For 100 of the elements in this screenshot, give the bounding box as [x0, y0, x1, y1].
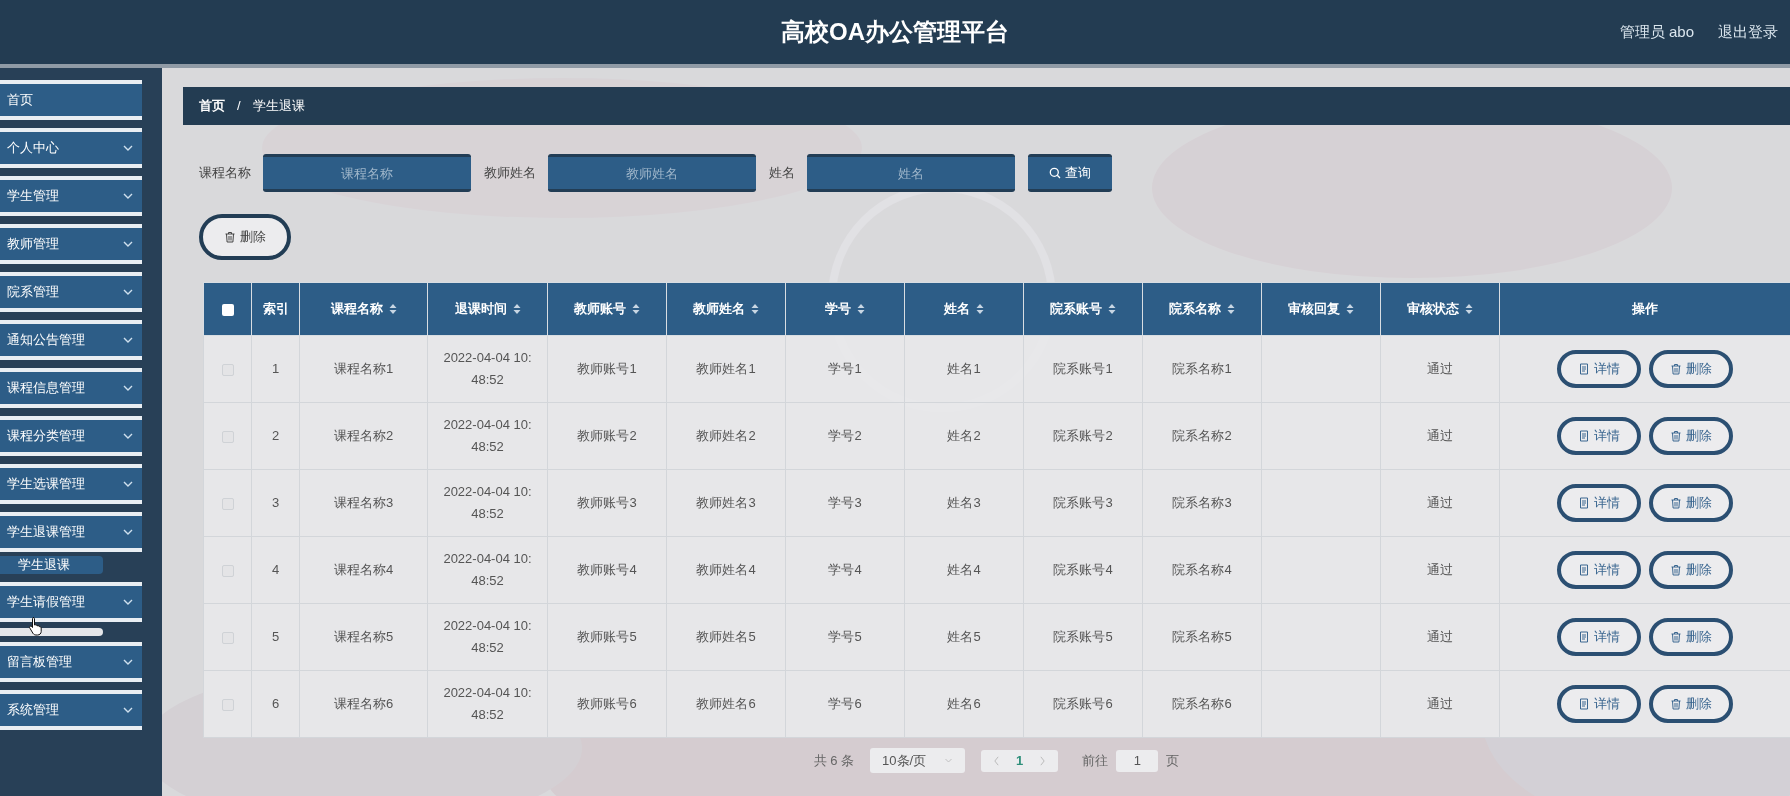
- sidebar-item[interactable]: 学生请假管理: [0, 582, 142, 622]
- table-cell: 姓名4: [947, 562, 981, 577]
- row-checkbox[interactable]: [221, 430, 234, 443]
- details-button[interactable]: 详情: [1557, 685, 1641, 723]
- logout-link[interactable]: 退出登录: [1718, 20, 1778, 44]
- delete-row-button[interactable]: 删除: [1649, 484, 1733, 522]
- table-cell: 学号5: [828, 629, 862, 644]
- table-cell: 院系账号6: [1053, 696, 1113, 711]
- sidebar-item[interactable]: 学生选课管理: [0, 464, 142, 504]
- trash-icon: [1670, 564, 1682, 576]
- table-cell-text: 2022-04-04 10:48:52: [442, 617, 533, 657]
- details-button[interactable]: 详情: [1557, 350, 1641, 388]
- table-cell-text: 2022-04-04 10:48:52: [442, 684, 533, 724]
- column-header[interactable]: 审核状态: [1407, 299, 1459, 319]
- table-cell: 院系账号5: [1053, 629, 1113, 644]
- breadcrumb-item[interactable]: 首页: [199, 96, 225, 116]
- page-unit-label: 页: [1166, 751, 1180, 770]
- delete-row-button[interactable]: 删除: [1649, 551, 1733, 589]
- search-icon: [1049, 167, 1061, 179]
- table-cell: 课程名称4: [333, 562, 394, 577]
- details-button[interactable]: 详情: [1557, 551, 1641, 589]
- document-icon: [1578, 698, 1590, 710]
- sidebar-item[interactable]: 课程分类管理: [0, 416, 142, 456]
- table-cell: 教师姓名4: [696, 562, 756, 577]
- table-cell: 3: [271, 495, 280, 510]
- table-cell: 院系账号3: [1053, 495, 1113, 510]
- table-cell: 姓名6: [947, 696, 981, 711]
- sort-icon[interactable]: [857, 303, 865, 315]
- document-icon: [1578, 497, 1590, 509]
- details-button[interactable]: 详情: [1557, 484, 1641, 522]
- document-icon: [1578, 564, 1590, 576]
- table-cell: 教师账号1: [577, 361, 637, 376]
- sidebar-item[interactable]: 首页: [0, 80, 142, 120]
- table-cell: 2: [271, 428, 280, 443]
- sidebar-item[interactable]: 通知公告管理: [0, 320, 142, 360]
- delete-button[interactable]: 删除: [199, 214, 291, 260]
- sidebar-item[interactable]: 学生管理: [0, 176, 142, 216]
- table-cell: 教师账号5: [577, 629, 637, 644]
- column-header[interactable]: 学号: [825, 299, 851, 319]
- search-button[interactable]: 查询: [1028, 154, 1112, 192]
- details-button[interactable]: 详情: [1557, 417, 1641, 455]
- row-checkbox[interactable]: [221, 363, 234, 376]
- delete-row-button[interactable]: 删除: [1649, 417, 1733, 455]
- page-size-select[interactable]: 10条/页: [870, 748, 966, 773]
- column-header[interactable]: 操作: [1632, 299, 1658, 319]
- column-header[interactable]: 姓名: [944, 299, 970, 319]
- row-checkbox[interactable]: [221, 698, 234, 711]
- table-cell: 姓名2: [947, 428, 981, 443]
- submenu-item[interactable]: 学生退课: [0, 556, 103, 574]
- table-cell: 教师姓名3: [696, 495, 756, 510]
- table-cell: 院系名称1: [1172, 361, 1232, 376]
- sidebar-item[interactable]: 留言板管理: [0, 642, 142, 682]
- sidebar-item[interactable]: 教师管理: [0, 224, 142, 264]
- trash-icon: [224, 231, 236, 243]
- table-cell: 通过: [1427, 361, 1453, 376]
- select-all-checkbox[interactable]: [221, 303, 234, 316]
- hand-cursor-icon: [28, 616, 44, 636]
- sidebar-item[interactable]: 系统管理: [0, 690, 142, 730]
- table-cell: 通过: [1427, 428, 1453, 443]
- column-header[interactable]: 院系名称: [1169, 299, 1221, 319]
- search-field[interactable]: 姓名: [807, 154, 1015, 192]
- sidebar-item[interactable]: 院系管理: [0, 272, 142, 312]
- table-cell: 学号6: [828, 696, 862, 711]
- details-button[interactable]: 详情: [1557, 618, 1641, 656]
- breadcrumb-separator: /: [237, 97, 241, 116]
- sort-icon[interactable]: [512, 303, 521, 315]
- row-checkbox[interactable]: [221, 497, 234, 510]
- table-cell: 院系账号4: [1053, 562, 1113, 577]
- table-cell: 院系名称4: [1172, 562, 1232, 577]
- table-cell: 教师姓名1: [696, 361, 756, 376]
- column-header[interactable]: 审核回复: [1288, 299, 1340, 319]
- search-field[interactable]: 课程名称: [263, 154, 471, 192]
- column-header[interactable]: 院系账号: [1050, 299, 1102, 319]
- sort-icon[interactable]: [388, 303, 397, 315]
- delete-row-button[interactable]: 删除: [1649, 618, 1733, 656]
- row-checkbox[interactable]: [221, 631, 234, 644]
- table-cell: 教师姓名5: [696, 629, 756, 644]
- sort-icon[interactable]: [1465, 303, 1473, 315]
- sidebar-item[interactable]: 课程信息管理: [0, 368, 142, 408]
- search-field[interactable]: 教师姓名: [548, 154, 756, 192]
- table-cell: 4: [271, 562, 280, 577]
- column-header[interactable]: 教师姓名: [693, 299, 745, 319]
- column-header[interactable]: 教师账号: [574, 299, 626, 319]
- sort-icon[interactable]: [1108, 303, 1116, 315]
- sidebar-item[interactable]: 学生退课管理: [0, 512, 142, 552]
- page-input[interactable]: 1: [1116, 749, 1159, 772]
- trash-icon: [1670, 631, 1682, 643]
- delete-row-button[interactable]: 删除: [1649, 685, 1733, 723]
- table-cell: 1: [271, 361, 280, 376]
- sort-icon[interactable]: [632, 303, 640, 315]
- sort-icon[interactable]: [751, 303, 759, 315]
- sort-icon[interactable]: [1346, 303, 1354, 315]
- column-header[interactable]: 课程名称: [330, 299, 383, 319]
- sidebar-item[interactable]: 个人中心: [0, 128, 142, 168]
- delete-row-button[interactable]: 删除: [1649, 350, 1733, 388]
- row-checkbox[interactable]: [221, 564, 234, 577]
- document-icon: [1578, 363, 1590, 375]
- sort-icon[interactable]: [1227, 303, 1235, 315]
- sort-icon[interactable]: [976, 303, 984, 315]
- column-header[interactable]: 退课时间: [454, 299, 507, 319]
